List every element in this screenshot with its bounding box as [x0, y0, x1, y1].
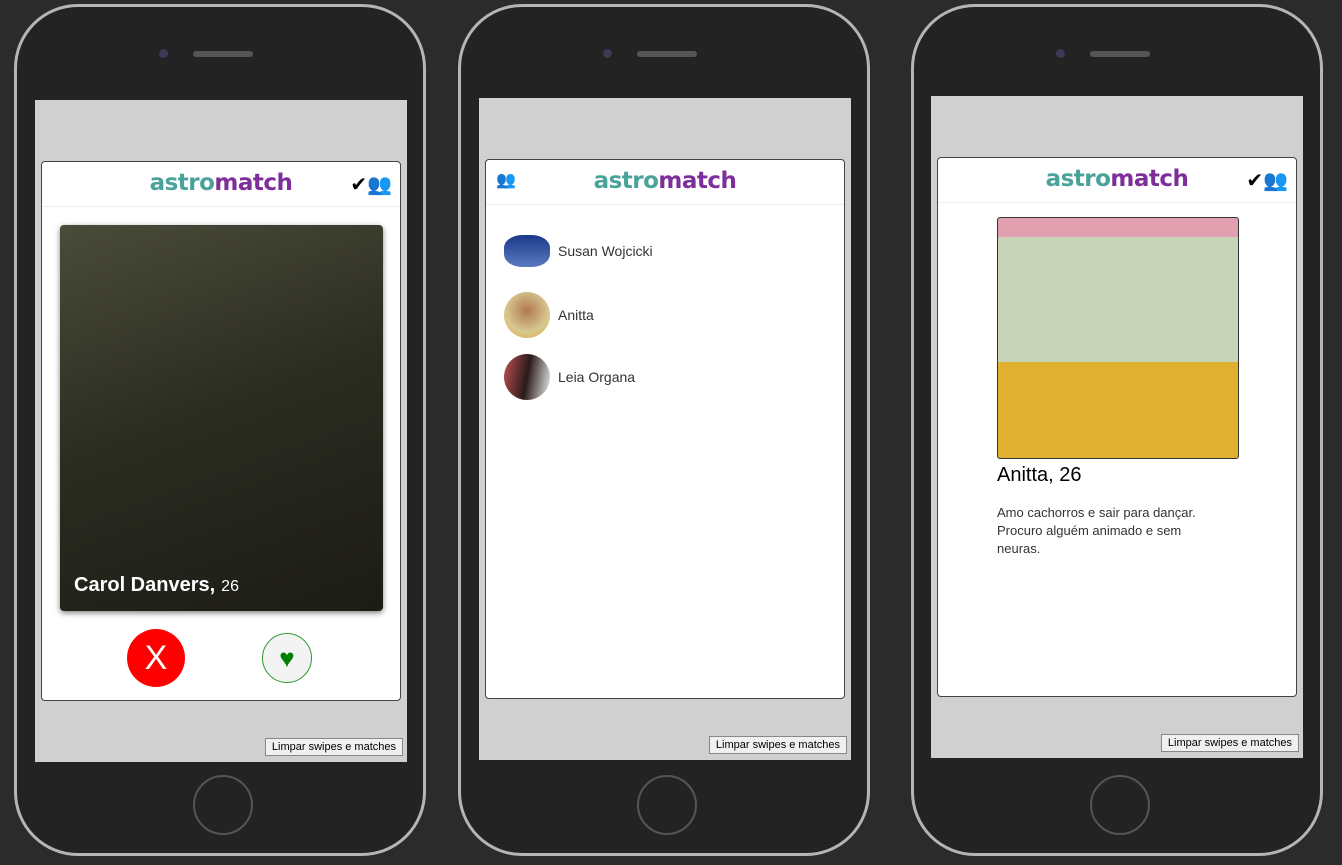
avatar [504, 235, 550, 267]
clear-button[interactable]: Limpar swipes e matches [264, 738, 403, 756]
match-item[interactable]: Anitta [504, 292, 594, 338]
camera [603, 49, 612, 58]
profile-name: Carol Danvers, 26 [74, 574, 239, 597]
like-button[interactable]: ♥ [262, 633, 312, 683]
logo: astromatch [42, 170, 400, 196]
app-header: astromatch ✔👥 [42, 162, 400, 207]
profile-photo: Carol Danvers, 26 [60, 225, 383, 611]
avatar [504, 354, 550, 400]
profile-name-text: Carol Danvers, [74, 574, 216, 596]
speaker [637, 51, 697, 57]
home-button [637, 775, 697, 835]
screen-matches: 👥 astromatch Susan Wojcicki Anitta Leia … [479, 98, 851, 760]
match-name: Leia Organa [558, 369, 636, 385]
clear-button[interactable]: Limpar swipes e matches [708, 736, 847, 754]
speaker [193, 51, 253, 57]
logo-astro: astro [1045, 166, 1111, 192]
screen-profile: astromatch ✔👥 Anitta, 26 Amo cachorros e… [931, 96, 1303, 758]
logo-astro: astro [593, 168, 659, 194]
phone-frame-2: 👥 astromatch Susan Wojcicki Anitta Leia … [458, 4, 870, 856]
logo-match: match [1110, 166, 1189, 192]
logo: astromatch [938, 166, 1296, 192]
app-card: astromatch ✔👥 Carol Danvers, 26 X ♥ [41, 161, 401, 701]
matches-icon[interactable]: ✔👥 [350, 172, 392, 197]
clear-button[interactable]: Limpar swipes e matches [1160, 734, 1299, 752]
app-card: astromatch ✔👥 Anitta, 26 Amo cachorros e… [937, 157, 1297, 697]
heart-icon: ♥ [279, 643, 295, 673]
logo-astro: astro [149, 170, 215, 196]
logo-match: match [214, 170, 293, 196]
screen-swipe: astromatch ✔👥 Carol Danvers, 26 X ♥ Limpa… [35, 100, 407, 762]
match-item[interactable]: Susan Wojcicki [504, 228, 653, 274]
home-button [1090, 775, 1150, 835]
speaker [1090, 51, 1150, 57]
avatar [504, 292, 550, 338]
logo-match: match [658, 168, 737, 194]
profile-name-age: Anitta, 26 [997, 464, 1082, 486]
profile-photo [997, 217, 1239, 459]
phone-frame-1: astromatch ✔👥 Carol Danvers, 26 X ♥ Limpa… [14, 4, 426, 856]
matches-icon[interactable]: ✔👥 [1246, 168, 1288, 193]
app-header: 👥 astromatch [486, 160, 844, 205]
app-card: 👥 astromatch Susan Wojcicki Anitta Leia … [485, 159, 845, 699]
home-button [193, 775, 253, 835]
match-name: Susan Wojcicki [558, 243, 653, 259]
profile-bio: Amo cachorros e sair para dançar. Procur… [997, 505, 1196, 556]
phone-frame-3: astromatch ✔👥 Anitta, 26 Amo cachorros e… [911, 4, 1323, 856]
reject-button[interactable]: X [127, 629, 185, 687]
match-name: Anitta [558, 307, 594, 323]
camera [159, 49, 168, 58]
profile-age: 26 [221, 578, 239, 595]
camera [1056, 49, 1065, 58]
logo: astromatch [486, 168, 844, 194]
match-item[interactable]: Leia Organa [504, 354, 635, 400]
app-header: astromatch ✔👥 [938, 158, 1296, 203]
